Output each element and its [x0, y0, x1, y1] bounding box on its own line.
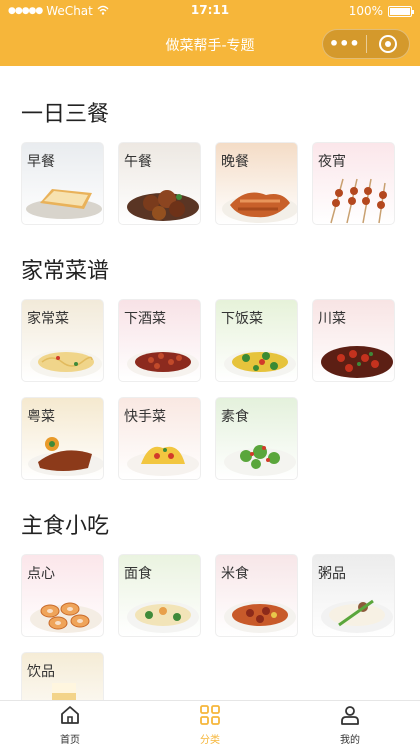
section-grid: 家常菜 下酒菜 下饭菜 川菜粤菜 快手菜 素食: [21, 299, 420, 480]
category-tile[interactable]: 快手菜: [118, 397, 201, 480]
category-content[interactable]: 一日三餐 早餐 午餐 晚餐 夜宵 家常菜谱 家常菜 下酒菜 下饭菜 川菜粤菜 快手菜 素食 主食…: [0, 66, 420, 700]
section-title: 一日三餐: [21, 102, 110, 127]
section-grid: 早餐 午餐 晚餐 夜宵: [21, 142, 420, 225]
category-tile[interactable]: 点心: [21, 554, 104, 637]
section-staples-snacks: 主食小吃 点心 面食 米食 粥品饮品: [0, 508, 420, 700]
category-label: 粥品: [318, 566, 346, 582]
category-label: 素食: [221, 409, 249, 425]
category-tile[interactable]: 面食: [118, 554, 201, 637]
tab-bar: 首页 分类 我的: [0, 700, 420, 744]
profile-icon: [339, 705, 361, 729]
more-dots-icon[interactable]: •••: [323, 29, 366, 59]
capsule-close-icon: [378, 35, 397, 53]
tab-label: 首页: [60, 735, 80, 744]
category-tile[interactable]: 素食: [215, 397, 298, 480]
category-label: 快手菜: [124, 409, 166, 425]
category-label: 下饭菜: [221, 311, 263, 327]
category-tile[interactable]: 下酒菜: [118, 299, 201, 382]
tab-label: 分类: [200, 735, 220, 744]
section-grid: 点心 面食 米食 粥品饮品: [21, 554, 420, 700]
home-icon: [59, 705, 81, 729]
category-tile[interactable]: 米食: [215, 554, 298, 637]
tab-home[interactable]: 首页: [0, 701, 140, 744]
category-label: 川菜: [318, 311, 346, 327]
category-label: 午餐: [124, 154, 152, 170]
category-tile[interactable]: 早餐: [21, 142, 104, 225]
section-home-cooking: 家常菜谱 家常菜 下酒菜 下饭菜 川菜粤菜 快手菜 素食: [0, 253, 420, 480]
category-tile[interactable]: 夜宵: [312, 142, 395, 225]
battery-percent: 100%: [348, 4, 383, 18]
capsule-close-button[interactable]: [366, 35, 409, 53]
category-label: 家常菜: [27, 311, 69, 327]
nav-bar: 做菜帮手-专题 •••: [0, 22, 420, 66]
status-bar: ●●●●● WeChat 17:11 100%: [0, 0, 420, 22]
category-label: 米食: [221, 566, 249, 582]
tab-profile[interactable]: 我的: [280, 701, 420, 744]
section-title: 家常菜谱: [21, 259, 110, 284]
section-meals: 一日三餐 早餐 午餐 晚餐 夜宵: [0, 96, 420, 225]
category-label: 面食: [124, 566, 152, 582]
category-tile[interactable]: 粤菜: [21, 397, 104, 480]
category-tile[interactable]: 午餐: [118, 142, 201, 225]
category-label: 点心: [27, 566, 55, 582]
category-label: 夜宵: [318, 154, 346, 170]
category-tile[interactable]: 饮品: [21, 652, 104, 700]
category-tile[interactable]: 家常菜: [21, 299, 104, 382]
category-label: 晚餐: [221, 154, 249, 170]
battery-icon: [388, 5, 414, 17]
category-label: 粤菜: [27, 409, 55, 425]
category-tile[interactable]: 下饭菜: [215, 299, 298, 382]
category-label: 饮品: [27, 664, 55, 680]
tab-category[interactable]: 分类: [140, 701, 280, 744]
section-title: 主食小吃: [21, 514, 110, 539]
category-tile[interactable]: 晚餐: [215, 142, 298, 225]
category-label: 早餐: [27, 154, 55, 170]
category-label: 下酒菜: [124, 311, 166, 327]
category-grid-icon: [199, 705, 221, 729]
category-tile[interactable]: 粥品: [312, 554, 395, 637]
category-tile[interactable]: 川菜: [312, 299, 395, 382]
tab-label: 我的: [340, 735, 360, 744]
mini-program-capsule: •••: [322, 29, 410, 59]
